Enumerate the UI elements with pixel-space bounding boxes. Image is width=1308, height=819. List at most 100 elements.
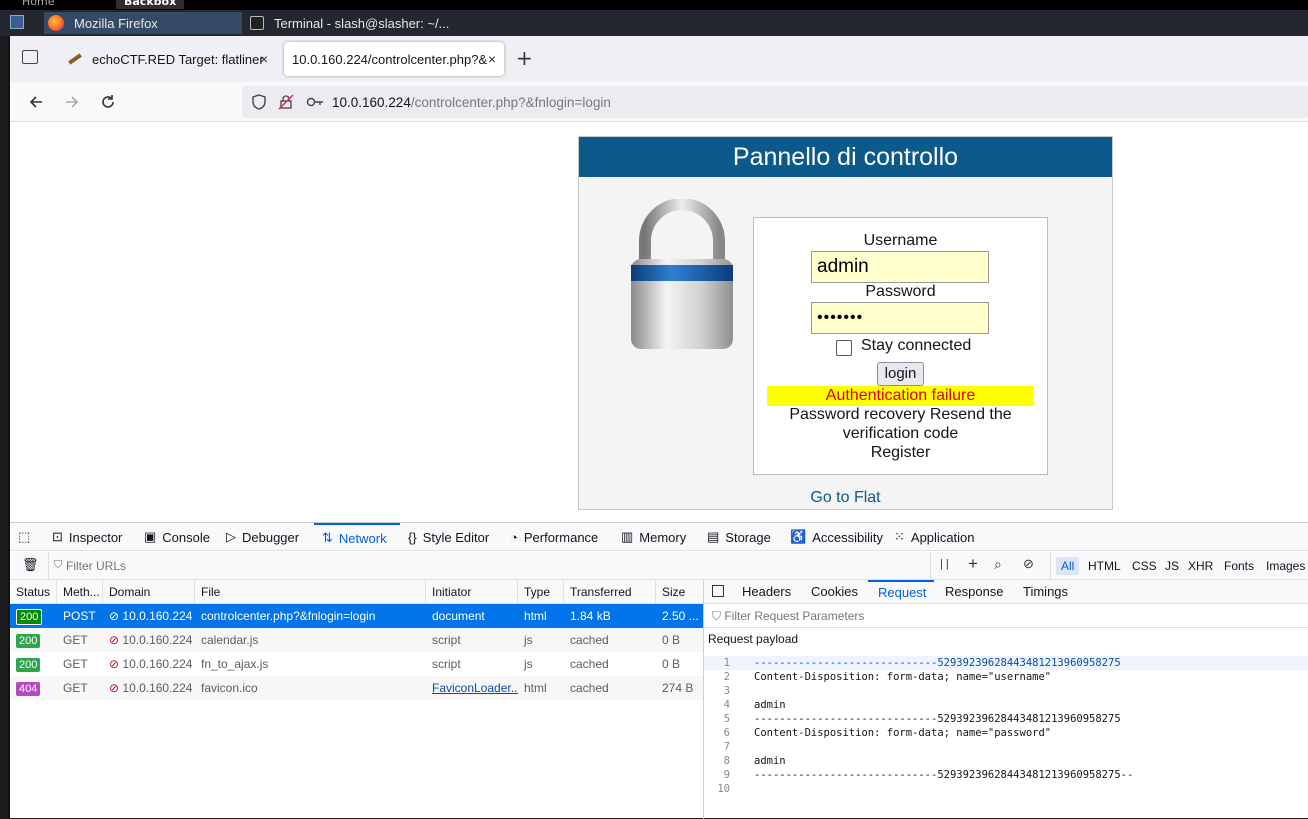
recovery-links[interactable]: Password recovery Resend the (754, 406, 1047, 424)
row-initiator: document (432, 609, 485, 623)
col-status[interactable]: Status (10, 580, 57, 604)
tab-performance[interactable]: ◔ Performance (510, 523, 598, 551)
col-size[interactable]: Size (656, 580, 703, 604)
element-picker-button[interactable]: ⬚ (18, 523, 36, 551)
payload-code[interactable]: 1 -----------------------------5293923962… (704, 656, 1308, 819)
trash-icon[interactable]: 🗑 (22, 557, 39, 573)
search-icon[interactable]: ⌕ (994, 556, 1002, 573)
divider (48, 552, 49, 580)
tab-memory[interactable]: ▥ Memory (621, 523, 686, 551)
line-number: 3 (723, 685, 730, 697)
table-row[interactable]: 200 GET ⊘ 10.0.160.224 fn_to_ajax.js scr… (10, 652, 703, 676)
table-row[interactable]: 200 POST ⊘ 10.0.160.224 controlcenter.ph… (10, 604, 703, 628)
row-transferred: cached (570, 681, 609, 695)
password-field[interactable]: ••••••• (811, 302, 989, 334)
col-transferred[interactable]: Transferred (564, 580, 656, 604)
line-number: 6 (723, 727, 730, 739)
table-row[interactable]: 200 GET ⊘ 10.0.160.224 calendar.js scrip… (10, 628, 703, 652)
tab-debugger[interactable]: ▷ Debugger (226, 523, 299, 551)
taskbar-item-firefox[interactable]: Mozilla Firefox (44, 12, 242, 34)
reload-icon (102, 95, 114, 108)
tab-timings[interactable]: Timings (1023, 580, 1068, 604)
tab-console[interactable]: ▣ Console (144, 523, 210, 551)
tab-cookies[interactable]: Cookies (811, 580, 858, 604)
tab-accessibility[interactable]: ♿ Accessibility (790, 523, 883, 551)
col-file[interactable]: File (195, 580, 426, 604)
password-label: Password (865, 283, 936, 300)
row-initiator-link[interactable]: FaviconLoader... (426, 676, 518, 700)
add-button[interactable]: + (968, 554, 978, 574)
filter-type-all[interactable]: All (1056, 557, 1080, 575)
desktop-icon[interactable] (10, 15, 24, 29)
page-title: Pannello di controllo (579, 137, 1112, 177)
login-button[interactable]: login (877, 362, 924, 386)
table-row[interactable]: 404 GET ⊘ 10.0.160.224 favicon.ico Favic… (10, 676, 703, 700)
register-link[interactable]: Register (754, 444, 1047, 462)
toggle-panel-icon[interactable] (712, 585, 724, 597)
os-tab-home[interactable]: Home (22, 0, 54, 9)
line-number: 5 (723, 713, 730, 725)
performance-icon: ◔ (510, 529, 518, 545)
verification-link[interactable]: verification code (754, 425, 1047, 443)
tab-controlcenter[interactable]: 10.0.160.224/controlcenter.php?& × (284, 42, 504, 76)
tab-label: Console (162, 529, 210, 545)
tab-style-editor[interactable]: {} Style Editor (408, 523, 489, 551)
tab-label: Style Editor (422, 529, 490, 545)
close-tab-icon[interactable]: × (488, 51, 496, 67)
tab-echoctf[interactable]: echoCTF.RED Target: flatliner × (60, 42, 276, 76)
filter-request-params[interactable]: ⛉ Filter Request Parameters (704, 604, 1308, 628)
filter-urls-input[interactable] (66, 556, 366, 576)
tab-overview-icon[interactable] (22, 50, 38, 64)
filter-type-js[interactable]: JS (1165, 557, 1179, 575)
col-initiator[interactable]: Initiator (426, 580, 518, 604)
code-line: -----------------------------52939239628… (754, 657, 1121, 669)
tab-headers[interactable]: Headers (742, 580, 791, 604)
new-tab-button[interactable]: + (516, 46, 533, 70)
tab-favicon-icon (68, 53, 82, 65)
row-size: 0 B (662, 633, 681, 647)
login-form: Username admin Password ••••••• Stay con… (753, 217, 1048, 475)
block-icon[interactable]: ⊘ (1023, 556, 1034, 572)
devtools-panel: ⬚ ⊡ Inspector ▣ Console ▷ Debugger ⇅ Network… (10, 522, 1308, 819)
taskbar-item-terminal[interactable]: Terminal - slash@slasher: ~/... (246, 12, 486, 34)
tab-label: Storage (725, 529, 771, 545)
filter-type-images[interactable]: Images (1266, 557, 1305, 575)
insecure-lock-icon[interactable] (278, 94, 294, 110)
col-domain[interactable]: Domain (103, 580, 195, 604)
go-to-flat-link[interactable]: Go to Flat (579, 489, 1112, 507)
col-type[interactable]: Type (518, 580, 564, 604)
tab-inspector[interactable]: ⊡ Inspector (52, 523, 122, 551)
tab-response[interactable]: Response (945, 580, 1004, 604)
row-domain-cell: ⊘ 10.0.160.224 (103, 604, 195, 628)
filter-type-fonts[interactable]: Fonts (1224, 557, 1254, 575)
tab-request[interactable]: Request (868, 580, 934, 604)
os-tab-backbox[interactable]: Backbox (116, 0, 185, 9)
close-tab-icon[interactable]: × (260, 51, 268, 67)
filter-type-css[interactable]: CSS (1132, 557, 1157, 575)
shield-icon[interactable] (252, 94, 266, 110)
tab-label: Performance (523, 529, 599, 545)
debugger-icon: ▷ (226, 529, 236, 544)
pause-button[interactable]: | | (940, 558, 949, 570)
url-host: 10.0.160.224 (332, 94, 411, 110)
forward-button[interactable] (60, 90, 84, 114)
username-label: Username (863, 232, 938, 249)
url-bar[interactable]: 10.0.160.224/controlcenter.php?&fnlogin=… (242, 86, 1308, 118)
col-method[interactable]: Meth... (57, 580, 103, 604)
filter-type-html[interactable]: HTML (1088, 557, 1121, 575)
key-icon[interactable] (306, 96, 324, 108)
network-toolbar: 🗑 ⛉ | | + ⌕ ⊘ All HTML CSS JS XHR Fonts … (10, 552, 1308, 580)
username-field[interactable]: admin (811, 251, 989, 283)
tab-network[interactable]: ⇅ Network (314, 523, 400, 551)
tab-storage[interactable]: ▤ Storage (707, 523, 771, 551)
accessibility-icon: ♿ (790, 529, 807, 544)
stay-connected-checkbox[interactable] (836, 340, 852, 356)
reload-button[interactable] (96, 90, 120, 114)
filter-type-xhr[interactable]: XHR (1188, 557, 1213, 575)
back-button[interactable] (24, 90, 48, 114)
line-number: 9 (723, 769, 730, 781)
tab-label: 10.0.160.224/controlcenter.php?& (292, 51, 488, 67)
tab-application[interactable]: ⁙ Application (894, 523, 975, 551)
row-domain-cell: ⊘ 10.0.160.224 (103, 676, 195, 700)
control-panel: Pannello di controllo Username admin Pas… (578, 136, 1113, 510)
